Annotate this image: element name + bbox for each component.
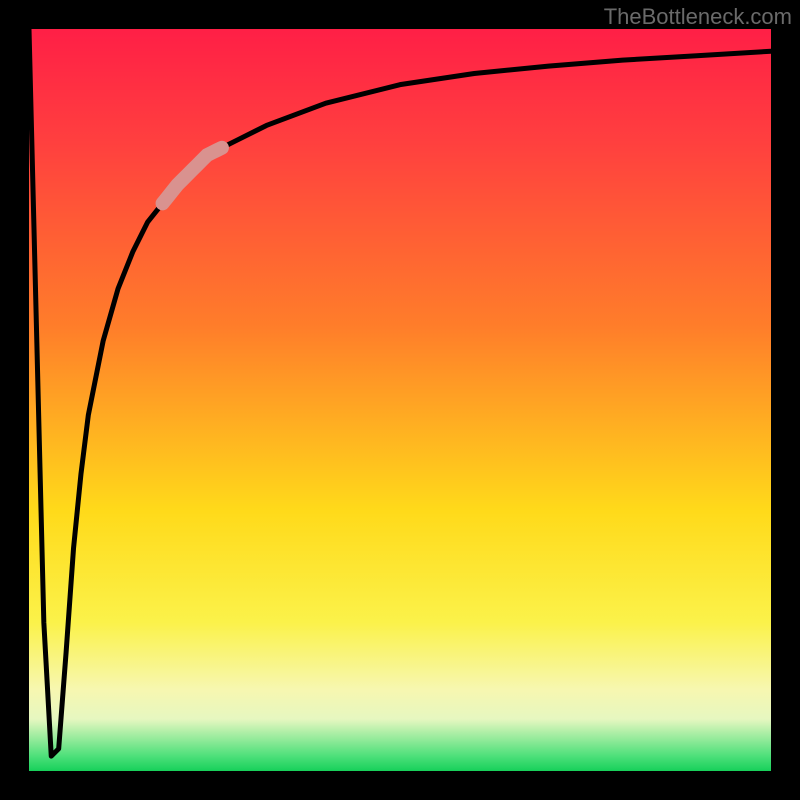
watermark-text: TheBottleneck.com: [604, 4, 792, 30]
curve-layer: [29, 29, 771, 771]
frame-border-right: [771, 0, 800, 800]
frame-border-left: [0, 0, 29, 800]
bottleneck-curve-path: [29, 29, 771, 756]
frame-border-bottom: [0, 771, 800, 800]
bottleneck-chart: TheBottleneck.com: [0, 0, 800, 800]
highlight-segment-path: [163, 148, 222, 204]
